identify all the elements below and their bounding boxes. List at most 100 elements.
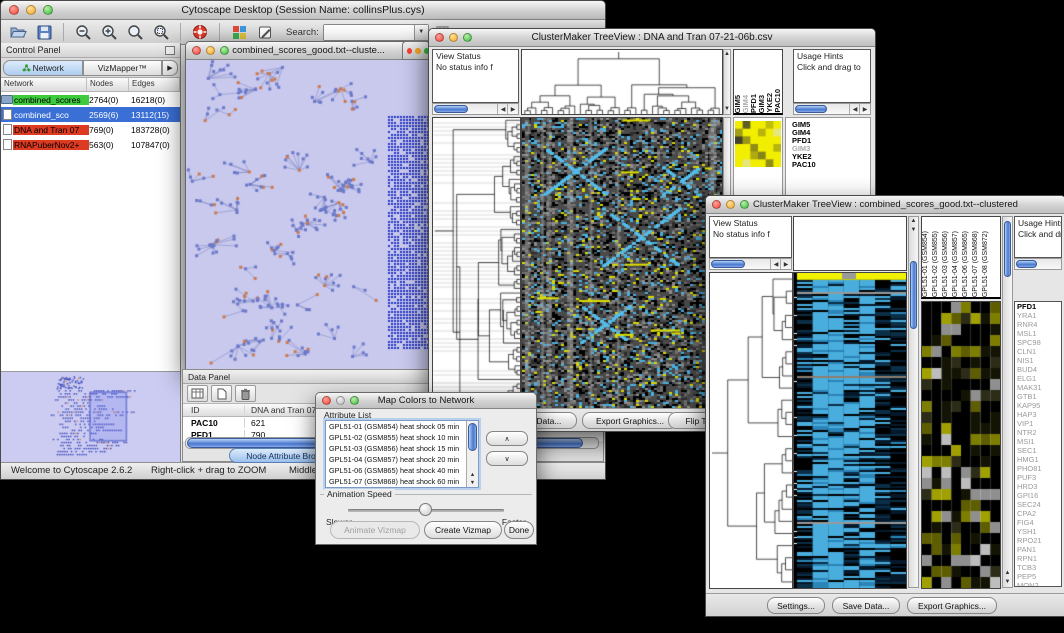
move-up-button[interactable]: ∧	[486, 431, 528, 446]
attribute-list-scrollbar[interactable]: ▲▼	[466, 421, 478, 487]
vizmapper-icon[interactable]	[228, 22, 250, 42]
gene-label[interactable]: PAN1	[1017, 545, 1061, 554]
network-view-titlebar[interactable]: combined_scores_good.txt--cluste...	[186, 42, 431, 60]
gene-label[interactable]: SEC1	[1017, 446, 1061, 455]
animation-speed-slider[interactable]	[348, 509, 504, 512]
trash-icon[interactable]	[235, 385, 256, 402]
view-status-scrollbar[interactable]: ◀▶	[432, 103, 519, 115]
cluster-zoom-heatmap[interactable]	[735, 121, 781, 167]
gene-label[interactable]: VIP1	[1017, 419, 1061, 428]
minimize-button[interactable]	[449, 33, 458, 42]
treeview1-titlebar[interactable]: ClusterMaker TreeView : DNA and Tran 07-…	[429, 29, 875, 47]
create-vizmap-button[interactable]: Create Vizmap	[424, 521, 502, 539]
network-list-row[interactable]: DNA and Tran 07769(0)183728(0)	[1, 122, 180, 137]
table-icon[interactable]	[187, 385, 208, 402]
zoom-button[interactable]	[43, 5, 53, 15]
help-icon[interactable]	[189, 22, 211, 42]
close-button[interactable]	[192, 46, 201, 55]
birds-eye-view[interactable]	[1, 372, 180, 463]
attribute-item[interactable]: GPL51-04 (GSM857) heat shock 20 min	[326, 454, 478, 465]
search-input[interactable]	[324, 25, 414, 40]
gene-label[interactable]: MON2	[1017, 581, 1061, 587]
gene-column-label[interactable]: PAC10	[774, 89, 782, 113]
condition-column-label[interactable]: GPL51-04 (GSM857)	[952, 231, 962, 297]
attribute-list[interactable]: GPL51-01 (GSM854) heat shock 05 minGPL51…	[325, 420, 479, 488]
tab-overflow-arrow-icon[interactable]: ▶	[162, 60, 178, 76]
gene-label[interactable]: CLN1	[1017, 347, 1061, 356]
zoom-button[interactable]	[463, 33, 472, 42]
gene-label[interactable]: TCB3	[1017, 563, 1061, 572]
gene-label[interactable]: RNR4	[1017, 320, 1061, 329]
minimize-button[interactable]	[726, 200, 735, 209]
expression-heatmap[interactable]	[521, 117, 723, 410]
search-dropdown-icon[interactable]: ▼	[414, 25, 428, 40]
gene-label[interactable]: CPA2	[1017, 509, 1061, 518]
close-button[interactable]	[9, 5, 19, 15]
gene-label[interactable]: NTR2	[1017, 428, 1061, 437]
gene-label[interactable]: PUF3	[1017, 473, 1061, 482]
attribute-item[interactable]: GPL51-03 (GSM856) heat shock 15 min	[326, 443, 478, 454]
settings-button[interactable]: Settings...	[767, 597, 825, 614]
tab-network[interactable]: Network	[3, 60, 83, 76]
gene-label[interactable]: SPC98	[1017, 338, 1061, 347]
col-nodes[interactable]: Nodes	[87, 78, 129, 91]
gene-label[interactable]: HAP3	[1017, 410, 1061, 419]
network-canvas[interactable]	[186, 60, 429, 370]
gene-label[interactable]: PHO81	[1017, 464, 1061, 473]
gene-label[interactable]: MSI1	[1017, 437, 1061, 446]
close-button[interactable]	[407, 48, 412, 54]
usage-hints-scrollbar[interactable]: ◀▶	[793, 103, 871, 115]
gene-label[interactable]: HMG1	[1017, 455, 1061, 464]
open-icon[interactable]	[7, 22, 29, 42]
gene-label[interactable]: FIG4	[1017, 518, 1061, 527]
condition-column-label[interactable]: GPL51-02 (GSM855)	[932, 231, 942, 297]
attribute-item[interactable]: GPL51-02 (GSM855) heat shock 10 min	[326, 432, 478, 443]
col-network[interactable]: Network	[1, 78, 87, 91]
move-down-button[interactable]: ∨	[486, 451, 528, 466]
condition-column-label[interactable]: GPL51-01 (GSM854)	[922, 231, 932, 297]
column-dendrogram[interactable]	[521, 49, 723, 115]
zoom-button[interactable]	[220, 46, 229, 55]
gene-label[interactable]: SEC24	[1017, 500, 1061, 509]
gene-label[interactable]: HRD3	[1017, 482, 1061, 491]
close-button[interactable]	[435, 33, 444, 42]
view-status-scrollbar[interactable]: ◀▶	[709, 258, 792, 270]
zoom-button[interactable]	[350, 396, 359, 405]
gene-label[interactable]: YRA1	[1017, 311, 1061, 320]
hidden-window-titlebar[interactable]	[402, 41, 430, 60]
document-icon[interactable]	[211, 385, 232, 402]
done-button[interactable]: Done	[504, 521, 534, 539]
zoom-vscrollbar[interactable]: ▲▼	[1002, 216, 1013, 588]
gene-label[interactable]: NIS1	[1017, 356, 1061, 365]
tab-vizmapper[interactable]: VizMapper™	[83, 60, 163, 76]
gene-row-label[interactable]: PAC10	[792, 161, 870, 169]
row-dendrogram[interactable]	[709, 272, 793, 589]
minimize-button[interactable]	[206, 46, 215, 55]
cluster-zoom-heatmap[interactable]	[921, 301, 1001, 589]
attribute-item[interactable]: GPL51-01 (GSM854) heat shock 05 min	[326, 421, 478, 432]
minimize-button[interactable]	[26, 5, 36, 15]
condition-column-label[interactable]: GPL51-07 (GSM868)	[972, 231, 982, 297]
col-edges[interactable]: Edges	[129, 78, 180, 91]
gene-label[interactable]: BUD4	[1017, 365, 1061, 374]
gene-label[interactable]: RPN1	[1017, 554, 1061, 563]
close-button[interactable]	[322, 396, 331, 405]
gene-label[interactable]: MAK31	[1017, 383, 1061, 392]
usage-hints-scrollbar[interactable]	[1014, 258, 1062, 270]
zoom-fit-icon[interactable]	[124, 22, 146, 42]
save-icon[interactable]	[33, 22, 55, 42]
zoom-selected-icon[interactable]	[150, 22, 172, 42]
main-titlebar[interactable]: Cytoscape Desktop (Session Name: collins…	[1, 1, 605, 20]
float-panel-icon[interactable]	[165, 46, 175, 55]
gene-label[interactable]: PEP5	[1017, 572, 1061, 581]
gene-label[interactable]: PFD1	[1017, 302, 1061, 311]
export-graphics-button[interactable]: Export Graphics...	[907, 597, 997, 614]
dialog-titlebar[interactable]: Map Colors to Network	[316, 393, 536, 409]
treeview2-titlebar[interactable]: ClusterMaker TreeView : combined_scores_…	[706, 196, 1064, 214]
minimize-button[interactable]	[415, 48, 420, 54]
network-list-row[interactable]: combined_sco2569(6)13112(15)	[1, 107, 180, 122]
condition-column-label[interactable]: GPL51-08 (GSM872)	[982, 231, 992, 297]
gene-label[interactable]: RPO21	[1017, 536, 1061, 545]
gene-label[interactable]: YSH1	[1017, 527, 1061, 536]
attribute-item[interactable]: GPL51-06 (GSM865) heat shock 40 min	[326, 465, 478, 476]
